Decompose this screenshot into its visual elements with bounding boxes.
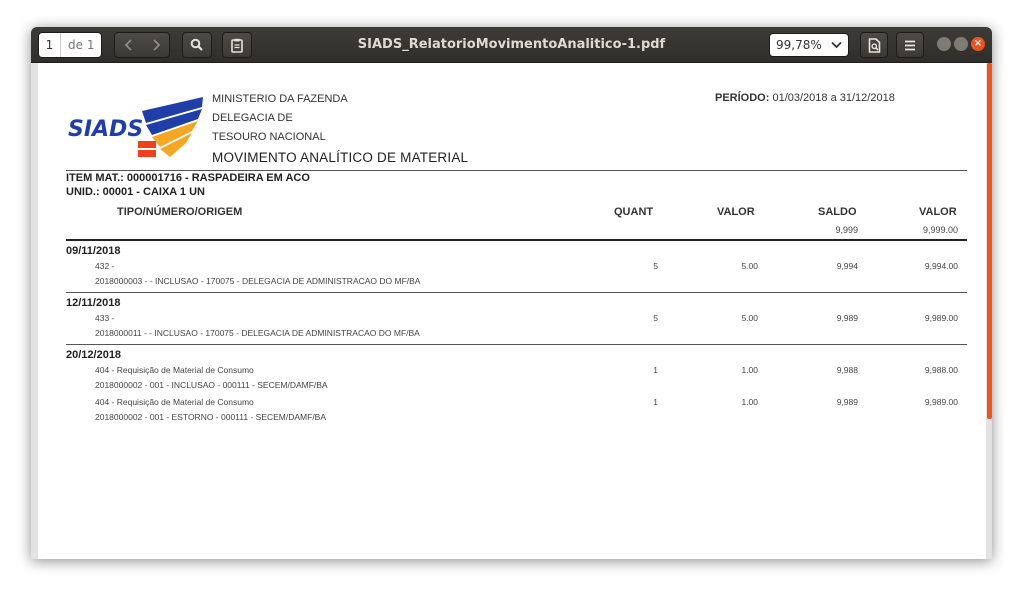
period-value: 01/03/2018 a 31/12/2018 bbox=[772, 92, 895, 104]
entry-quant: 5 bbox=[653, 261, 658, 271]
print-preview-icon bbox=[868, 37, 880, 53]
hamburger-menu-icon bbox=[905, 40, 915, 50]
header-delegacia: DELEGACIA DE bbox=[212, 112, 293, 124]
col-quant: QUANT bbox=[614, 206, 654, 218]
group-date: 12/11/2018 bbox=[66, 297, 121, 309]
header-ministry: MINISTERIO DA FAZENDA bbox=[212, 93, 348, 105]
col-valor-total: VALOR bbox=[919, 206, 957, 218]
entry-valor-total: 9,994.00 bbox=[924, 261, 958, 271]
clipboard-icon bbox=[231, 38, 243, 53]
entry-valor: 1.00 bbox=[741, 365, 758, 375]
entry-valor: 5.00 bbox=[741, 261, 758, 271]
siads-logo: SIADS bbox=[68, 97, 203, 157]
document-view[interactable]: SIADS MINISTERIO DA FAZENDA DELEGACIA DE… bbox=[31, 63, 992, 559]
report-period: PERÍODO: 01/03/2018 a 31/12/2018 bbox=[715, 92, 895, 104]
previous-page-button[interactable] bbox=[115, 33, 142, 57]
entry-line2: 2018000011 - - INCLUSAO - 170075 - DELEG… bbox=[95, 328, 420, 338]
menu-button-face[interactable] bbox=[897, 33, 923, 57]
entry-saldo: 9,989 bbox=[836, 313, 858, 323]
entry-valor: 5.00 bbox=[741, 313, 758, 323]
entry-line1: 433 - bbox=[95, 313, 115, 323]
search-button-face[interactable] bbox=[183, 33, 211, 57]
zoom-select[interactable]: 99,78% bbox=[769, 33, 849, 57]
annotations-button-face[interactable] bbox=[223, 33, 251, 57]
annotations-button[interactable] bbox=[222, 32, 252, 58]
next-page-button[interactable] bbox=[142, 33, 169, 57]
entry-valor-total: 9,989.00 bbox=[924, 397, 958, 407]
group-date: 09/11/2018 bbox=[66, 245, 121, 257]
vertical-scrollbar[interactable] bbox=[987, 63, 992, 419]
close-button[interactable]: × bbox=[971, 37, 985, 51]
chevron-left-icon bbox=[124, 39, 132, 51]
page-count-label: de 1 bbox=[68, 38, 95, 52]
entry-line2: 2018000002 - 001 - ESTORNO - 000111 - SE… bbox=[95, 412, 327, 422]
entry-line2: 2018000002 - 001 - INCLUSAO - 000111 - S… bbox=[95, 380, 328, 390]
entry-saldo: 9,988 bbox=[836, 365, 858, 375]
item-material: ITEM MAT.: 000001716 - RASPADEIRA EM ACO bbox=[66, 172, 310, 184]
entry-line1: 432 - bbox=[95, 261, 115, 271]
col-valor: VALOR bbox=[717, 206, 755, 218]
divider bbox=[66, 344, 967, 345]
opening-saldo: 9,999 bbox=[835, 225, 858, 235]
entry-quant: 5 bbox=[653, 313, 658, 323]
entry-valor-total: 9,989.00 bbox=[924, 313, 958, 323]
page-number-field[interactable]: 1 de 1 bbox=[38, 32, 102, 58]
col-tipo: TIPO/NÚMERO/ORIGEM bbox=[117, 206, 243, 218]
chevron-right-icon bbox=[152, 39, 160, 51]
divider bbox=[66, 292, 967, 293]
group-date: 20/12/2018 bbox=[66, 349, 122, 361]
print-button[interactable] bbox=[860, 32, 888, 58]
entry-quant: 1 bbox=[653, 397, 658, 407]
zoom-value: 99,78% bbox=[776, 38, 822, 52]
search-icon bbox=[190, 38, 203, 51]
document-viewer-window: 1 de 1 SIADS_RelatorioMovimentoAnalitico… bbox=[31, 27, 992, 559]
entry-valor-total: 9,988.00 bbox=[924, 365, 958, 375]
minimize-button[interactable] bbox=[937, 37, 951, 51]
entry-quant: 1 bbox=[653, 365, 658, 375]
entry-saldo: 9,989 bbox=[836, 397, 858, 407]
chevron-down-icon bbox=[831, 41, 842, 49]
entry-saldo: 9,994 bbox=[836, 261, 858, 271]
entry-line1: 404 - Requisição de Material de Consumo bbox=[95, 397, 254, 407]
item-unit: UNID.: 00001 - CAIXA 1 UN bbox=[66, 186, 205, 198]
entry-line1: 404 - Requisição de Material de Consumo bbox=[95, 365, 254, 375]
search-button[interactable] bbox=[182, 32, 212, 58]
divider bbox=[66, 170, 967, 171]
opening-valor: 9,999.00 bbox=[922, 225, 958, 235]
period-label: PERÍODO: bbox=[715, 92, 770, 104]
entry-valor: 1.00 bbox=[741, 397, 758, 407]
report-title: MOVIMENTO ANALÍTICO DE MATERIAL bbox=[212, 150, 469, 165]
print-button-face[interactable] bbox=[861, 33, 887, 57]
page-nav-group bbox=[114, 32, 170, 58]
headerbar: 1 de 1 SIADS_RelatorioMovimentoAnalitico… bbox=[31, 27, 992, 63]
report-header: MINISTERIO DA FAZENDA DELEGACIA DE TESOU… bbox=[212, 92, 468, 165]
pdf-page: SIADS MINISTERIO DA FAZENDA DELEGACIA DE… bbox=[38, 63, 986, 559]
entry-line2: 2018000003 - - INCLUSAO - 170075 - DELEG… bbox=[95, 276, 421, 286]
header-divider bbox=[66, 239, 967, 241]
menu-button[interactable] bbox=[896, 32, 924, 58]
header-tesouro: TESOURO NACIONAL bbox=[212, 131, 326, 143]
col-saldo: SALDO bbox=[818, 206, 857, 218]
logo-text: SIADS bbox=[68, 117, 143, 142]
page-current-input[interactable]: 1 bbox=[39, 33, 61, 57]
maximize-button[interactable] bbox=[954, 37, 968, 51]
